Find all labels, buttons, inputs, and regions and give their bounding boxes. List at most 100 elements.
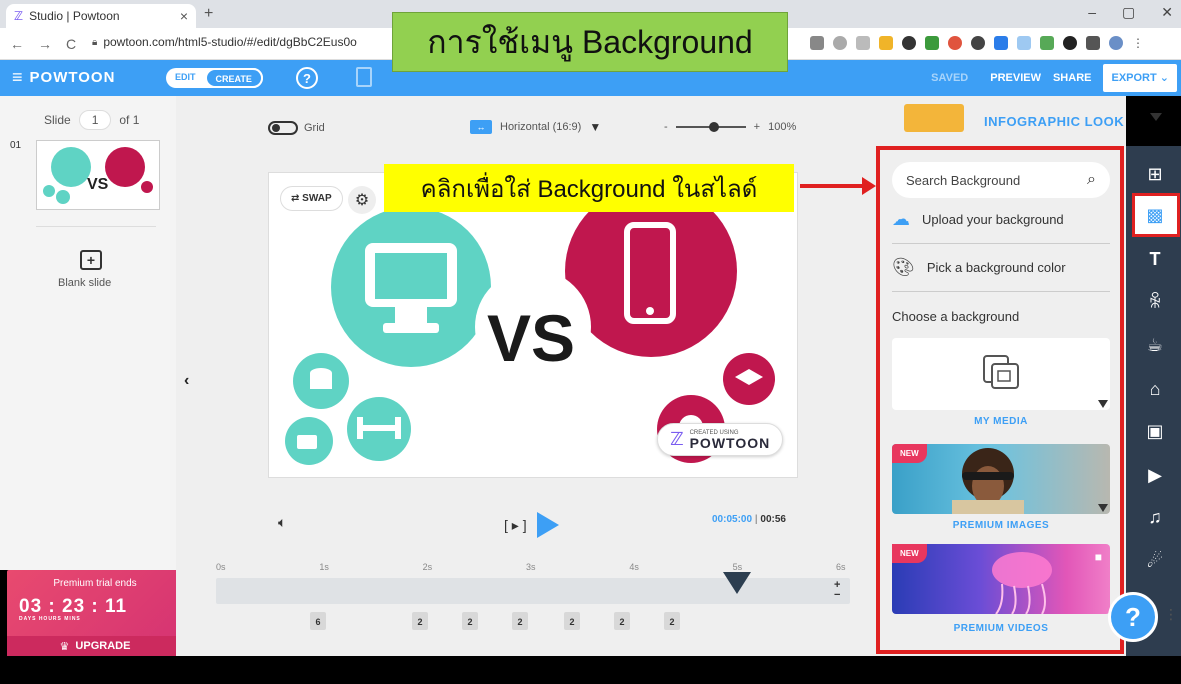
slide-label: Slide: [44, 113, 71, 127]
timeline-zoom-out-button[interactable]: −: [834, 590, 840, 601]
menu-icon[interactable]: ≡: [12, 67, 24, 88]
star-icon[interactable]: [856, 36, 870, 50]
play-scene-icon[interactable]: [ ▸ ]: [504, 517, 527, 534]
help-more-icon[interactable]: ⋮: [1164, 606, 1178, 623]
grid-toggle[interactable]: Grid: [268, 121, 325, 135]
close-window-button[interactable]: ✕: [1161, 4, 1173, 21]
special-effects-icon[interactable]: ☄: [1142, 548, 1168, 574]
notes-icon[interactable]: [356, 67, 372, 87]
help-button[interactable]: ?: [296, 67, 318, 89]
preview-button[interactable]: PREVIEW: [990, 72, 1041, 84]
extension-icon[interactable]: [948, 36, 962, 50]
music-icon[interactable]: ♫: [1142, 504, 1168, 530]
timeline-track[interactable]: [216, 578, 850, 604]
extension-icon[interactable]: [1017, 36, 1031, 50]
extension-icon[interactable]: [879, 36, 893, 50]
letterbox-bar: [0, 656, 1181, 684]
new-tab-button[interactable]: +: [204, 5, 213, 23]
extensions-puzzle-icon[interactable]: [1086, 36, 1100, 50]
zoom-out-button[interactable]: -: [664, 121, 668, 133]
props-icon[interactable]: ☕︎: [1142, 332, 1168, 358]
media-icon[interactable]: ▣: [1142, 418, 1168, 444]
reload-icon[interactable]: C: [66, 36, 76, 52]
zoom-slider-knob[interactable]: [709, 122, 720, 132]
callout-arrow: [800, 184, 870, 188]
timeline-tick-label: 0s: [216, 562, 226, 572]
look-thumbnail[interactable]: [904, 104, 964, 132]
orientation-select[interactable]: ↔ Horizontal (16:9) ▼: [470, 120, 601, 134]
video-icon[interactable]: ▶: [1142, 462, 1168, 488]
shapes-icon[interactable]: ⌂: [1142, 376, 1168, 402]
export-button[interactable]: EXPORT ⌄: [1103, 64, 1177, 92]
edit-mode-button[interactable]: EDIT: [166, 68, 205, 88]
swap-button[interactable]: ⇄ SWAP: [280, 186, 343, 211]
playhead-handle[interactable]: [722, 572, 751, 594]
collapse-panel-icon[interactable]: ‹: [184, 372, 189, 390]
extension-icon[interactable]: [925, 36, 939, 50]
browser-menu-icon[interactable]: ⋮: [1132, 36, 1146, 50]
zoom-level: 100%: [768, 121, 797, 133]
minimize-button[interactable]: –: [1088, 4, 1096, 21]
share-button[interactable]: SHARE: [1053, 72, 1092, 84]
watermark-text: CREATED USING POWTOON: [690, 430, 771, 450]
zoom-icon[interactable]: [833, 36, 847, 50]
scene-duration-marker[interactable]: 2: [512, 612, 528, 630]
layout-icon[interactable]: ⊞: [1142, 161, 1168, 187]
look-selector-label[interactable]: INFOGRAPHIC LOOK: [984, 114, 1124, 129]
scene-duration-marker[interactable]: 2: [462, 612, 478, 630]
forward-icon[interactable]: →: [38, 36, 52, 52]
scene-duration-marker[interactable]: 2: [614, 612, 630, 630]
svg-text:VS: VS: [87, 176, 109, 193]
gear-icon[interactable]: ⚙: [348, 186, 376, 214]
volume-icon[interactable]: 🔈︎: [278, 514, 286, 531]
extension-icon[interactable]: [971, 36, 985, 50]
scene-duration-marker[interactable]: 2: [664, 612, 680, 630]
slide-stage[interactable]: VS ℤ CREATED USING POWTOON: [268, 172, 798, 478]
slide-counter: Slide 1 of 1: [44, 110, 139, 130]
look-caret-icon[interactable]: [1150, 113, 1162, 121]
extension-icon[interactable]: [1040, 36, 1054, 50]
extension-icon[interactable]: [1063, 36, 1077, 50]
scene-duration-marker[interactable]: 2: [564, 612, 580, 630]
add-blank-slide-button[interactable]: +: [80, 250, 102, 270]
powtoon-logo[interactable]: ≡ POWTOON: [12, 67, 115, 88]
translate-icon[interactable]: [810, 36, 824, 50]
slide-thumbnail-art: VS: [43, 147, 153, 204]
url-field[interactable]: 🔒︎ powtoon.com/html5-studio/#/edit/dgBbC…: [92, 35, 357, 49]
scene-duration-marker[interactable]: 6: [310, 612, 326, 630]
slide-thumbnail[interactable]: VS: [36, 140, 160, 210]
blank-slide-label[interactable]: Blank slide: [58, 277, 111, 289]
swap-label: SWAP: [302, 193, 332, 204]
slide-number-input[interactable]: 1: [78, 110, 112, 130]
orientation-icon: ↔: [470, 120, 492, 134]
maximize-button[interactable]: ▢: [1122, 4, 1135, 21]
back-icon[interactable]: ←: [10, 36, 24, 52]
profile-avatar[interactable]: [1109, 36, 1123, 50]
tutorial-title: การใช้เมนู Background: [392, 12, 788, 72]
zoom-in-button[interactable]: +: [754, 121, 760, 133]
close-tab-icon[interactable]: ×: [180, 8, 188, 24]
background-pattern-icon[interactable]: ▩: [1142, 202, 1168, 228]
watermark-brand: POWTOON: [689, 434, 771, 451]
browser-tab[interactable]: ℤ Studio | Powtoon ×: [6, 4, 196, 28]
help-fab-button[interactable]: ?: [1108, 592, 1158, 642]
extension-icon[interactable]: [994, 36, 1008, 50]
characters-icon[interactable]: ꆜ: [1142, 288, 1168, 314]
scene-duration-marker[interactable]: 2: [412, 612, 428, 630]
grid-label: Grid: [304, 122, 325, 134]
zoom-slider[interactable]: [675, 122, 746, 132]
timeline-tick-label: 3s: [526, 562, 536, 572]
upgrade-button[interactable]: ♛ UPGRADE: [7, 636, 183, 656]
text-icon[interactable]: T: [1142, 246, 1168, 272]
create-mode-button[interactable]: CREATE: [204, 68, 263, 88]
toggle-switch-icon[interactable]: [268, 121, 298, 135]
window-controls: – ▢ ✕: [1088, 4, 1173, 21]
background-panel-highlight: [876, 146, 1124, 654]
powtoon-favicon-icon: ℤ: [14, 9, 24, 23]
timeline-tick-label: 4s: [629, 562, 639, 572]
callout-arrowhead: [862, 177, 876, 195]
extension-icon[interactable]: [902, 36, 916, 50]
powtoon-mark-icon: ℤ: [670, 429, 684, 449]
current-time: 00:05:00: [712, 514, 753, 525]
play-icon[interactable]: [536, 512, 559, 538]
